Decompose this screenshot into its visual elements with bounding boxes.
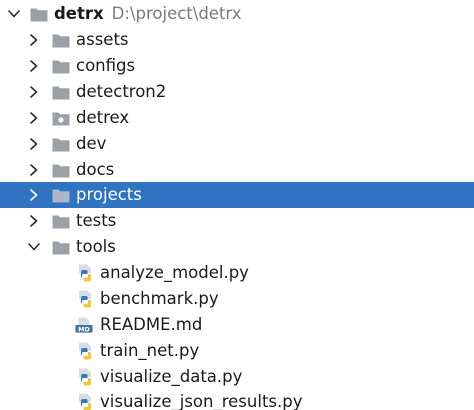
chevron-down-icon[interactable] <box>27 240 41 254</box>
chevron-down-icon[interactable] <box>7 7 21 21</box>
tree-folder-tests[interactable]: tests <box>0 208 474 234</box>
python-file-icon <box>79 264 91 282</box>
folder-label: docs <box>76 160 115 179</box>
python-file-icon <box>79 393 91 410</box>
file-label: train_net.py <box>100 341 200 360</box>
chevron-right-icon[interactable] <box>27 33 41 47</box>
folder-icon <box>52 241 70 255</box>
folder-label: tools <box>76 237 116 256</box>
folder-icon <box>52 60 70 74</box>
chevron-right-icon[interactable] <box>27 137 41 151</box>
file-label: analyze_model.py <box>100 263 249 282</box>
tree-file-analyze-model[interactable]: analyze_model.py <box>0 260 474 286</box>
project-tree: detrx D:\project\detrx assets configs det… <box>0 0 474 410</box>
tree-root-row[interactable]: detrx D:\project\detrx <box>0 1 474 27</box>
package-folder-icon <box>52 112 70 126</box>
folder-icon <box>52 34 70 48</box>
tree-folder-detrex[interactable]: detrex <box>0 105 474 131</box>
tree-folder-assets[interactable]: assets <box>0 27 474 53</box>
tree-folder-projects[interactable]: projects <box>0 182 474 208</box>
tree-file-benchmark[interactable]: benchmark.py <box>0 286 474 312</box>
root-folder-path: D:\project\detrx <box>111 4 242 23</box>
file-label: visualize_json_results.py <box>100 392 303 410</box>
chevron-right-icon[interactable] <box>27 111 41 125</box>
folder-icon <box>52 215 70 229</box>
folder-label: assets <box>76 30 129 49</box>
chevron-right-icon[interactable] <box>27 59 41 73</box>
folder-label: detectron2 <box>76 82 167 101</box>
folder-icon <box>52 138 70 152</box>
tree-folder-tools[interactable]: tools <box>0 234 474 260</box>
tree-file-train-net[interactable]: train_net.py <box>0 338 474 364</box>
tree-file-visualize-data[interactable]: visualize_data.py <box>0 364 474 390</box>
folder-label: detrex <box>76 108 130 127</box>
tree-folder-configs[interactable]: configs <box>0 53 474 79</box>
file-label: visualize_data.py <box>100 367 243 386</box>
tree-file-visualize-json-results[interactable]: visualize_json_results.py <box>0 389 474 410</box>
folder-icon <box>52 189 70 203</box>
chevron-right-icon[interactable] <box>27 85 41 99</box>
tree-folder-dev[interactable]: dev <box>0 131 474 157</box>
tree-root-label: detrx D:\project\detrx <box>54 1 242 27</box>
file-label: benchmark.py <box>100 289 219 308</box>
folder-label: tests <box>76 211 117 230</box>
folder-icon <box>30 8 48 22</box>
svg-text:MD: MD <box>78 326 90 333</box>
root-folder-name: detrx <box>54 4 104 23</box>
python-file-icon <box>79 368 91 386</box>
folder-label: dev <box>76 134 107 153</box>
python-file-icon <box>79 342 91 360</box>
markdown-file-icon: MD <box>75 317 93 333</box>
folder-icon <box>52 86 70 100</box>
chevron-right-icon[interactable] <box>27 163 41 177</box>
file-label: README.md <box>100 315 203 334</box>
folder-label: configs <box>76 56 136 75</box>
folder-icon <box>52 164 70 178</box>
tree-file-readme[interactable]: MD README.md <box>0 312 474 338</box>
tree-folder-detectron2[interactable]: detectron2 <box>0 79 474 105</box>
folder-label: projects <box>76 185 142 204</box>
tree-folder-docs[interactable]: docs <box>0 157 474 183</box>
python-file-icon <box>79 290 91 308</box>
chevron-right-icon[interactable] <box>27 214 41 228</box>
chevron-right-icon[interactable] <box>27 188 41 202</box>
